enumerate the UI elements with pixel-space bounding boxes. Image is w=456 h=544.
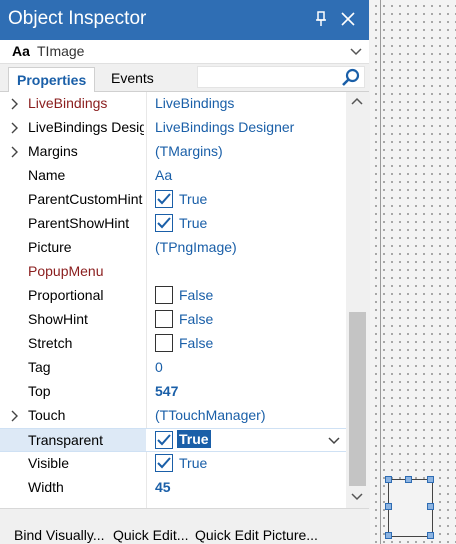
resize-handle[interactable]: [385, 532, 392, 539]
property-name: Top: [28, 383, 51, 399]
property-name: ParentCustomHint: [28, 191, 143, 207]
property-name: LiveBindings Designer: [28, 119, 144, 135]
property-name: Margins: [28, 143, 78, 159]
property-name: Visible: [28, 455, 69, 471]
quick-edit-picture-link[interactable]: Quick Edit Picture...: [195, 527, 318, 543]
checkmark-icon: [157, 217, 171, 229]
property-name: Tag: [28, 359, 51, 375]
property-row[interactable]: Top 547: [0, 380, 346, 404]
property-row[interactable]: ParentCustomHint True: [0, 188, 346, 212]
property-row[interactable]: LiveBindings LiveBindings: [0, 92, 346, 116]
chevron-right-icon[interactable]: [10, 410, 20, 422]
property-row[interactable]: Picture (TPngImage): [0, 236, 346, 260]
property-row[interactable]: Margins (TMargins): [0, 140, 346, 164]
property-row[interactable]: Width 45: [0, 476, 346, 500]
resize-handle[interactable]: [405, 476, 412, 483]
property-name: ParentShowHint: [28, 215, 130, 231]
checkmark-icon: [157, 434, 171, 446]
property-value[interactable]: 547: [155, 383, 178, 399]
scroll-down-icon[interactable]: [351, 492, 363, 502]
window-title: Object Inspector: [8, 8, 147, 29]
property-value: False: [179, 335, 214, 351]
chevron-right-icon[interactable]: [10, 122, 20, 134]
property-value[interactable]: (TMargins): [155, 143, 223, 159]
property-row[interactable]: Tag 0: [0, 356, 346, 380]
property-checkbox[interactable]: [155, 454, 173, 472]
vertical-scrollbar[interactable]: [346, 92, 369, 508]
property-name: LiveBindings: [28, 95, 108, 111]
chevron-right-icon[interactable]: [10, 146, 20, 158]
property-value[interactable]: LiveBindings Designer: [155, 119, 294, 135]
scrollbar-thumb[interactable]: [349, 312, 366, 486]
tab-properties[interactable]: Properties: [8, 67, 96, 93]
verb-links-bar: Bind Visually... Quick Edit... Quick Edi…: [0, 508, 369, 544]
property-search-input[interactable]: [197, 66, 365, 88]
resize-handle[interactable]: [385, 476, 392, 483]
chevron-down-icon[interactable]: [327, 435, 341, 447]
property-checkbox[interactable]: [155, 310, 173, 328]
bind-visually-link[interactable]: Bind Visually...: [14, 527, 105, 543]
search-icon[interactable]: [340, 67, 362, 89]
resize-handle[interactable]: [427, 532, 434, 539]
property-name: Name: [28, 167, 66, 183]
property-value[interactable]: (TTouchManager): [155, 407, 266, 423]
property-value-editor[interactable]: True: [177, 430, 211, 448]
property-checkbox[interactable]: [155, 286, 173, 304]
property-checkbox[interactable]: [155, 190, 173, 208]
property-value: False: [179, 311, 214, 327]
chevron-down-icon[interactable]: [349, 46, 363, 58]
property-value: True: [179, 215, 208, 231]
property-name: Width: [28, 479, 64, 495]
property-checkbox[interactable]: [155, 334, 173, 352]
property-grid: LiveBindings LiveBindings LiveBindings Des…: [0, 92, 346, 508]
form-designer-surface[interactable]: [370, 0, 456, 544]
quick-edit-link[interactable]: Quick Edit...: [113, 527, 188, 543]
property-row[interactable]: ShowHint False: [0, 308, 346, 332]
property-row[interactable]: Name Aa: [0, 164, 346, 188]
property-value[interactable]: 0: [155, 359, 163, 375]
property-value: False: [179, 287, 214, 303]
property-name: PopupMenu: [28, 263, 104, 279]
close-icon[interactable]: [340, 10, 356, 28]
property-row[interactable]: ParentShowHint True: [0, 212, 346, 236]
property-value: True: [179, 191, 208, 207]
checkmark-icon: [157, 457, 171, 469]
object-selector[interactable]: Aa TImage: [0, 40, 369, 64]
tab-bar: Properties Events: [0, 64, 369, 93]
form-edge: [380, 0, 381, 544]
property-row[interactable]: LiveBindings Designer LiveBindings Design…: [0, 116, 346, 140]
property-name: ShowHint: [28, 311, 88, 327]
checkmark-icon: [157, 193, 171, 205]
object-type-glyph: Aa: [12, 43, 30, 59]
property-value[interactable]: Aa: [155, 167, 172, 183]
property-row[interactable]: Touch (TTouchManager): [0, 404, 346, 428]
object-inspector-panel: Object Inspector Aa TImage Properties Ev…: [0, 0, 369, 544]
property-value[interactable]: 45: [155, 479, 171, 495]
property-row[interactable]: Visible True: [0, 452, 346, 476]
inspector-titlebar[interactable]: Object Inspector: [0, 0, 369, 40]
property-name: Transparent: [28, 432, 103, 448]
resize-handle[interactable]: [427, 476, 434, 483]
property-name: Proportional: [28, 287, 104, 303]
property-name: Stretch: [28, 335, 73, 351]
property-value[interactable]: LiveBindings: [155, 95, 234, 111]
object-class-name: TImage: [37, 43, 85, 59]
tab-events[interactable]: Events: [111, 70, 154, 86]
property-checkbox[interactable]: [155, 214, 173, 232]
property-name: Picture: [28, 239, 72, 255]
property-value: True: [179, 455, 208, 471]
chevron-right-icon[interactable]: [10, 98, 20, 110]
pin-icon[interactable]: [313, 10, 329, 28]
scroll-up-icon[interactable]: [351, 96, 363, 106]
property-name: Touch: [28, 407, 66, 423]
resize-handle[interactable]: [427, 503, 434, 510]
property-row[interactable]: Transparent True: [0, 428, 346, 452]
property-row[interactable]: Proportional False: [0, 284, 346, 308]
property-checkbox[interactable]: [155, 431, 173, 449]
property-row[interactable]: Stretch False: [0, 332, 346, 356]
resize-handle[interactable]: [385, 503, 392, 510]
property-row[interactable]: PopupMenu: [0, 260, 346, 284]
property-value[interactable]: (TPngImage): [155, 239, 237, 255]
